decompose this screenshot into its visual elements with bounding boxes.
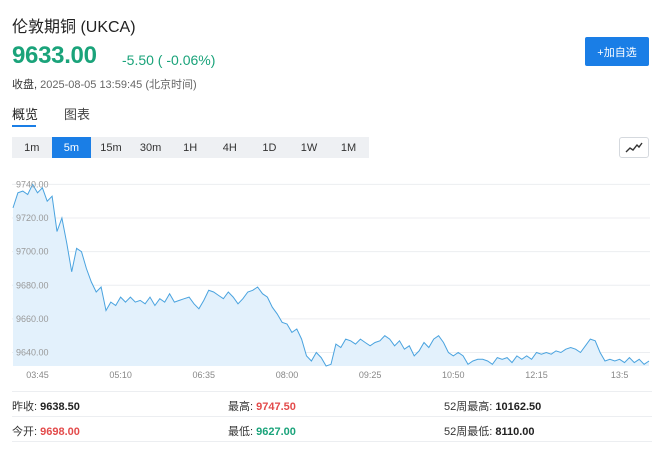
stat-52w-low: 52周最低: 8110.00 bbox=[444, 426, 535, 438]
range-1w-button[interactable]: 1W bbox=[289, 137, 329, 158]
price-area-fill bbox=[13, 184, 649, 366]
x-tick-label: 03:45 bbox=[26, 370, 49, 380]
close-label: 收盘, bbox=[12, 79, 38, 91]
range-5m-button[interactable]: 5m bbox=[51, 137, 92, 158]
x-tick-label: 08:00 bbox=[276, 370, 299, 380]
close-time: 2025-08-05 13:59:45 (北京时间) bbox=[37, 79, 197, 91]
y-tick-label: 9720.00 bbox=[16, 213, 49, 223]
chart-type-toggle-button[interactable] bbox=[619, 137, 649, 158]
y-tick-label: 9680.00 bbox=[16, 280, 49, 290]
range-1h-button[interactable]: 1H bbox=[170, 137, 210, 158]
stat-high: 最高: 9747.50 bbox=[228, 401, 296, 413]
stat-52w-high: 52周最高: 10162.50 bbox=[444, 401, 542, 413]
tab-overview[interactable]: 概览 bbox=[12, 104, 38, 123]
range-1d-button[interactable]: 1D bbox=[250, 137, 290, 158]
stat-low: 最低: 9627.00 bbox=[228, 426, 296, 438]
range-15m-button[interactable]: 15m bbox=[91, 137, 131, 158]
range-30m-button[interactable]: 30m bbox=[131, 137, 171, 158]
y-tick-label: 9700.00 bbox=[16, 247, 49, 257]
current-price: 9633.00 bbox=[12, 42, 97, 69]
range-4h-button[interactable]: 4H bbox=[210, 137, 250, 158]
x-tick-label: 10:50 bbox=[442, 370, 465, 380]
range-1m-button[interactable]: 1m bbox=[12, 137, 52, 158]
page-title: 伦敦期铜 (UKCA) bbox=[12, 19, 136, 36]
stat-prev-close: 昨收: 9638.50 bbox=[12, 401, 80, 413]
x-tick-label: 06:35 bbox=[193, 370, 216, 380]
tab-chart[interactable]: 图表 bbox=[64, 104, 90, 123]
time-range-selector: 1m 5m 15m 30m 1H 4H 1D 1W 1M bbox=[12, 137, 369, 158]
add-to-watchlist-button[interactable]: +加自选 bbox=[585, 37, 649, 66]
line-chart-icon bbox=[625, 142, 643, 152]
range-1mo-button[interactable]: 1M bbox=[329, 137, 369, 158]
price-change: -5.50 ( -0.06%) bbox=[122, 52, 216, 68]
stats-divider-top bbox=[12, 391, 652, 392]
stats-divider-mid bbox=[12, 416, 652, 417]
y-tick-label: 9660.00 bbox=[16, 314, 49, 324]
x-tick-label: 13:5 bbox=[611, 370, 629, 380]
x-tick-label: 09:25 bbox=[359, 370, 382, 380]
price-chart: 9740.00 9720.00 9700.00 9680.00 9660.00 9640.… bbox=[12, 179, 650, 380]
close-info: 收盘, 2025-08-05 13:59:45 (北京时间) bbox=[12, 76, 197, 92]
active-tab-indicator bbox=[12, 125, 36, 127]
stat-open: 今开: 9698.00 bbox=[12, 426, 80, 438]
y-tick-label: 9740.00 bbox=[16, 179, 49, 189]
x-tick-label: 12:15 bbox=[525, 370, 548, 380]
y-tick-label: 9640.00 bbox=[16, 348, 49, 358]
stats-divider-bottom bbox=[12, 441, 652, 442]
x-tick-label: 05:10 bbox=[109, 370, 132, 380]
